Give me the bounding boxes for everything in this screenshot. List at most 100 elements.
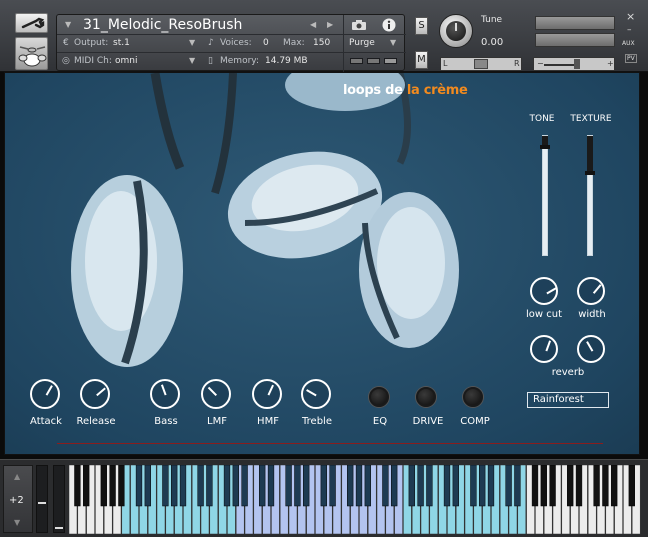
instrument-name[interactable]: 31_Melodic_ResoBrush <box>83 17 242 33</box>
black-key[interactable] <box>382 465 389 507</box>
black-key[interactable] <box>470 465 477 507</box>
preset-field[interactable]: Rainforest <box>527 392 609 408</box>
black-key[interactable] <box>144 465 151 507</box>
black-key[interactable] <box>171 465 178 507</box>
black-key[interactable] <box>320 465 327 507</box>
midi-channel-select[interactable]: omni <box>115 56 137 66</box>
pan-slider[interactable]: L R <box>440 57 522 71</box>
black-key[interactable] <box>118 465 125 507</box>
hmf-knob[interactable] <box>252 379 282 409</box>
black-key[interactable] <box>259 465 266 507</box>
solo-button[interactable]: S <box>415 17 428 35</box>
black-key[interactable] <box>514 465 521 507</box>
lmf-knob[interactable] <box>201 379 231 409</box>
black-key[interactable] <box>232 465 239 507</box>
black-key[interactable] <box>303 465 310 507</box>
black-key[interactable] <box>479 465 486 507</box>
mute-button[interactable]: M <box>415 51 428 69</box>
black-key[interactable] <box>602 465 609 507</box>
black-key[interactable] <box>540 465 547 507</box>
black-key[interactable] <box>206 465 213 507</box>
black-key[interactable] <box>294 465 301 507</box>
wrench-button[interactable] <box>15 13 48 33</box>
tune-knob[interactable] <box>439 14 473 48</box>
black-key[interactable] <box>531 465 539 507</box>
tune-value[interactable]: 0.00 <box>481 37 503 48</box>
treble-knob[interactable] <box>301 379 331 409</box>
black-key[interactable] <box>179 465 187 507</box>
black-key[interactable] <box>223 465 231 507</box>
pv-button[interactable]: PV <box>625 54 637 63</box>
pitch-bend-strip[interactable] <box>36 465 48 533</box>
knob-indicator <box>160 384 167 396</box>
max-voices-field[interactable]: 150 <box>313 38 330 48</box>
purge-menu[interactable]: Purge <box>349 38 375 48</box>
volume-handle[interactable] <box>574 59 580 69</box>
black-key[interactable] <box>109 465 116 507</box>
piano-keyboard[interactable] <box>69 465 641 534</box>
chevron-down-icon[interactable]: ▼ <box>65 20 71 29</box>
octave-down-icon[interactable]: ▼ <box>14 518 20 527</box>
chevron-down-icon[interactable]: ▼ <box>189 56 195 65</box>
black-key[interactable] <box>549 465 556 507</box>
pitch-bend-handle[interactable] <box>38 502 46 504</box>
black-key[interactable] <box>505 465 512 507</box>
texture-slider[interactable] <box>585 135 595 256</box>
black-key[interactable] <box>417 465 424 507</box>
black-key[interactable] <box>83 465 90 507</box>
black-key[interactable] <box>408 465 415 507</box>
prev-instrument-icon[interactable]: ◀ <box>310 20 316 29</box>
chevron-down-icon[interactable]: ▼ <box>189 38 195 47</box>
black-key[interactable] <box>355 465 363 507</box>
tone-slider[interactable] <box>540 135 550 256</box>
black-key[interactable] <box>443 465 451 507</box>
chevron-down-icon[interactable]: ▼ <box>390 38 396 47</box>
black-key[interactable] <box>285 465 292 507</box>
octave-up-icon[interactable]: ▲ <box>14 472 20 481</box>
texture-slider-handle[interactable] <box>585 171 595 175</box>
drive-button[interactable] <box>416 387 436 407</box>
attack-knob[interactable] <box>30 379 60 409</box>
black-key[interactable] <box>567 465 574 507</box>
info-icon[interactable] <box>382 18 396 32</box>
black-key[interactable] <box>575 465 583 507</box>
bass-knob[interactable] <box>150 379 180 409</box>
tone-slider-handle[interactable] <box>540 145 550 149</box>
black-key[interactable] <box>487 465 495 507</box>
black-key[interactable] <box>162 465 169 507</box>
next-instrument-icon[interactable]: ▶ <box>327 20 333 29</box>
black-key[interactable] <box>267 465 275 507</box>
comp-button[interactable] <box>463 387 483 407</box>
release-knob[interactable] <box>80 379 110 409</box>
volume-slider[interactable]: − + <box>533 57 615 71</box>
black-key[interactable] <box>74 465 81 507</box>
black-key[interactable] <box>593 465 600 507</box>
width-knob[interactable] <box>577 277 605 305</box>
black-key[interactable] <box>135 465 143 507</box>
black-key[interactable] <box>611 465 618 507</box>
black-key[interactable] <box>347 465 354 507</box>
reverb-knob-left[interactable] <box>530 335 558 363</box>
mod-wheel-strip[interactable] <box>53 465 65 533</box>
instrument-thumbnail-button[interactable] <box>15 37 48 70</box>
black-key[interactable] <box>391 465 398 507</box>
black-key[interactable] <box>197 465 204 507</box>
black-key[interactable] <box>628 465 635 507</box>
aux-button[interactable]: AUX <box>622 40 635 47</box>
black-key[interactable] <box>426 465 433 507</box>
reverb-knob-right[interactable] <box>577 335 605 363</box>
black-key[interactable] <box>329 465 336 507</box>
black-key[interactable] <box>452 465 459 507</box>
pan-handle[interactable] <box>474 59 488 69</box>
black-key[interactable] <box>100 465 107 507</box>
mod-wheel-handle[interactable] <box>55 527 63 529</box>
output-select[interactable]: st.1 <box>113 38 130 48</box>
low-cut-knob[interactable] <box>530 277 558 305</box>
black-key[interactable] <box>364 465 371 507</box>
minimize-icon[interactable]: – <box>627 25 632 35</box>
octave-shift-control[interactable]: ▲ +2 ▼ <box>3 465 33 533</box>
camera-icon[interactable] <box>351 19 367 31</box>
black-key[interactable] <box>241 465 248 507</box>
close-icon[interactable]: × <box>626 10 635 23</box>
eq-button[interactable] <box>369 387 389 407</box>
